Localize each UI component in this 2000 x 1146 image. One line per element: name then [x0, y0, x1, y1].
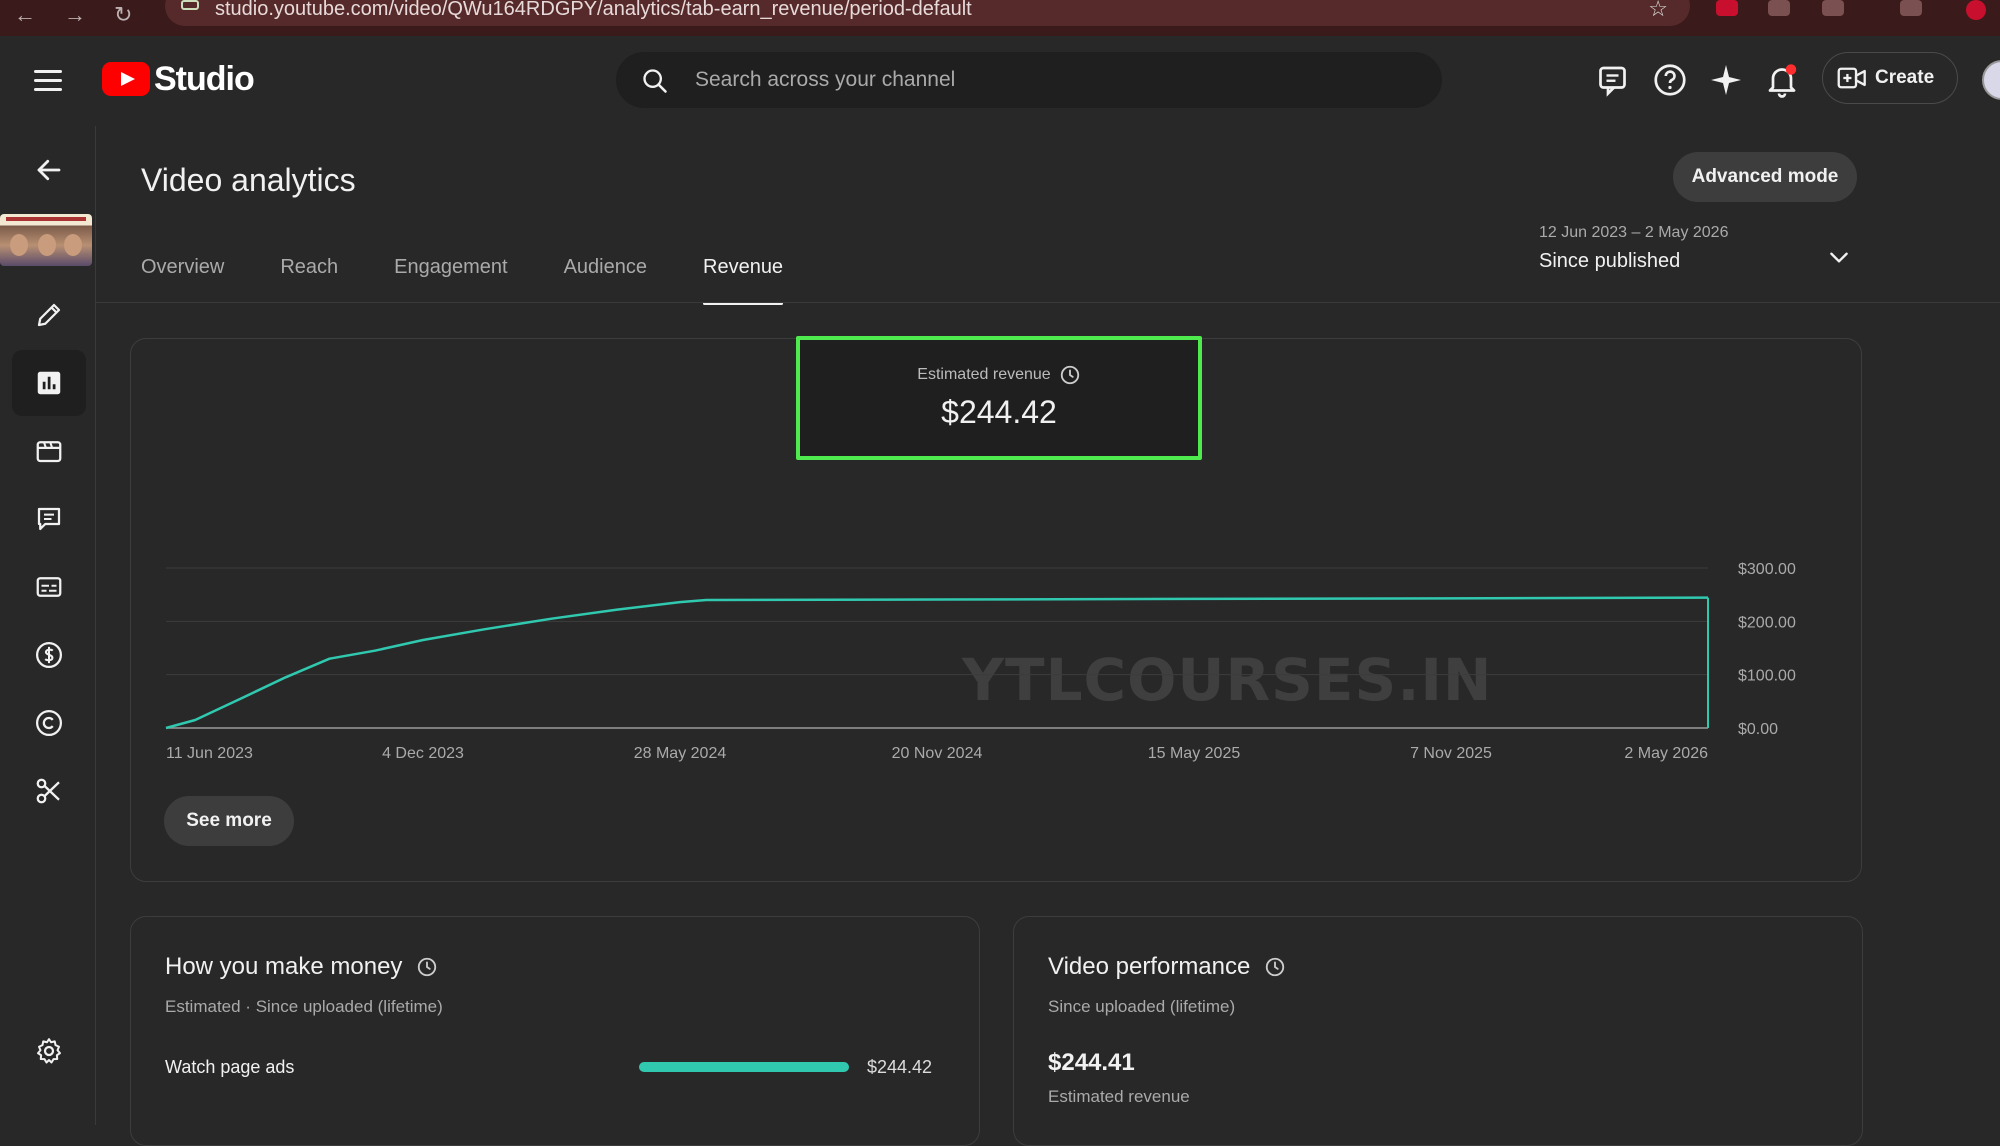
chevron-down-icon[interactable]	[1826, 244, 1852, 270]
sidebar-item-clips[interactable]	[12, 758, 86, 824]
tabs-divider	[96, 302, 2000, 303]
performance-value: $244.41	[1048, 1049, 1135, 1076]
site-info-icon[interactable]	[181, 0, 199, 10]
feedback-icon[interactable]	[1596, 62, 1632, 98]
extension-icon[interactable]	[1768, 0, 1790, 16]
youtube-play-icon	[102, 62, 150, 96]
url-text: studio.youtube.com/video/QWu164RDGPY/ana…	[215, 0, 972, 20]
video-performance-card: Video performance Since uploaded (lifeti…	[1013, 916, 1863, 1146]
tab-revenue[interactable]: Revenue	[703, 248, 784, 305]
address-bar[interactable]: studio.youtube.com/video/QWu164RDGPY/ana…	[165, 0, 1690, 26]
see-more-button[interactable]: See more	[164, 796, 294, 846]
date-range-text: 12 Jun 2023 – 2 May 2026	[1539, 224, 1729, 241]
card-subtitle: Since uploaded (lifetime)	[1048, 997, 1236, 1016]
sidebar-item-comments[interactable]	[12, 486, 86, 552]
tab-engagement[interactable]: Engagement	[394, 248, 507, 304]
revenue-source-value: $244.42	[867, 1057, 933, 1077]
card-subtitle: Estimated · Since uploaded (lifetime)	[165, 997, 443, 1016]
avatar[interactable]	[1982, 60, 2000, 100]
browser-forward-icon[interactable]: →	[64, 2, 86, 28]
extensions-puzzle-icon[interactable]	[1822, 0, 1844, 16]
create-label: Create	[1875, 67, 1935, 88]
search-input[interactable]	[695, 53, 1395, 107]
revenue-source-label: Watch page ads	[165, 1057, 295, 1077]
tab-overview[interactable]: Overview	[141, 248, 224, 304]
date-range-picker[interactable]: 12 Jun 2023 – 2 May 2026 Since published	[1539, 224, 1728, 273]
search-icon[interactable]	[641, 67, 669, 95]
subtitles-icon	[36, 577, 62, 597]
app-header: Studio Create	[0, 36, 2000, 126]
sidebar-item-copyright[interactable]	[12, 690, 86, 756]
sidebar-item-editor[interactable]	[12, 418, 86, 484]
card-title: Video performance	[1048, 953, 1251, 980]
metric-value: $244.42	[941, 394, 1057, 430]
bookmark-star-icon[interactable]: ☆	[1648, 0, 1668, 22]
studio-logo[interactable]: Studio	[102, 59, 255, 99]
pencil-icon	[37, 303, 61, 327]
how-you-make-money-card: How you make money Estimated · Since upl…	[130, 916, 980, 1146]
tab-reach[interactable]: Reach	[280, 248, 338, 304]
performance-value-label: Estimated revenue	[1048, 1087, 1190, 1106]
create-button[interactable]: Create	[1822, 52, 1958, 104]
sidebar-item-subtitles[interactable]	[12, 554, 86, 620]
film-icon	[36, 441, 62, 463]
comment-icon	[37, 507, 61, 531]
browser-toolbar: ← → ↻ studio.youtube.com/video/QWu164RDG…	[0, 0, 2000, 36]
gear-icon	[37, 1038, 61, 1064]
clock-icon	[1060, 365, 1079, 385]
video-thumbnail[interactable]	[0, 214, 92, 266]
video-camera-icon	[1837, 67, 1866, 89]
notifications-icon[interactable]	[1764, 62, 1800, 98]
clock-icon	[1266, 957, 1285, 977]
advanced-mode-button[interactable]: Advanced mode	[1673, 152, 1857, 202]
menu-icon[interactable]	[34, 70, 62, 92]
sidebar-item-details[interactable]	[12, 282, 86, 348]
watermark: YTLCOURSES.IN	[962, 646, 1493, 714]
browser-reload-icon[interactable]: ↻	[114, 2, 132, 28]
app-name: Studio	[154, 59, 255, 98]
metric-label: Estimated revenue	[917, 366, 1051, 383]
search-lens-icon[interactable]	[1900, 0, 1922, 16]
browser-back-icon[interactable]: ←	[14, 2, 36, 28]
card-title: How you make money	[165, 953, 403, 980]
dollar-icon	[36, 642, 62, 668]
help-icon[interactable]	[1652, 62, 1688, 98]
estimated-revenue-metric[interactable]: Estimated revenue $244.42	[796, 336, 1202, 460]
copyright-icon	[36, 710, 62, 736]
video-sidebar	[0, 126, 96, 1125]
tab-audience[interactable]: Audience	[564, 248, 647, 304]
scissors-icon	[36, 778, 60, 804]
revenue-source-bar-fill	[639, 1062, 849, 1072]
sidebar-item-settings[interactable]	[12, 1018, 86, 1084]
profile-icon[interactable]	[1966, 0, 1986, 20]
period-label: Since published	[1539, 250, 1681, 272]
arrow-left-icon	[37, 159, 61, 181]
back-button[interactable]	[12, 137, 86, 203]
page-title: Video analytics	[141, 162, 356, 198]
clock-icon	[418, 957, 437, 977]
search-bar[interactable]	[616, 52, 1442, 108]
extension-icon[interactable]	[1716, 0, 1738, 16]
revenue-source-bar	[639, 1062, 849, 1072]
sparkle-icon[interactable]	[1708, 62, 1744, 98]
sidebar-item-analytics[interactable]	[12, 350, 86, 416]
sidebar-item-earn[interactable]	[12, 622, 86, 688]
analytics-icon	[37, 371, 61, 395]
analytics-tabs: Overview Reach Engagement Audience Reven…	[141, 248, 839, 305]
